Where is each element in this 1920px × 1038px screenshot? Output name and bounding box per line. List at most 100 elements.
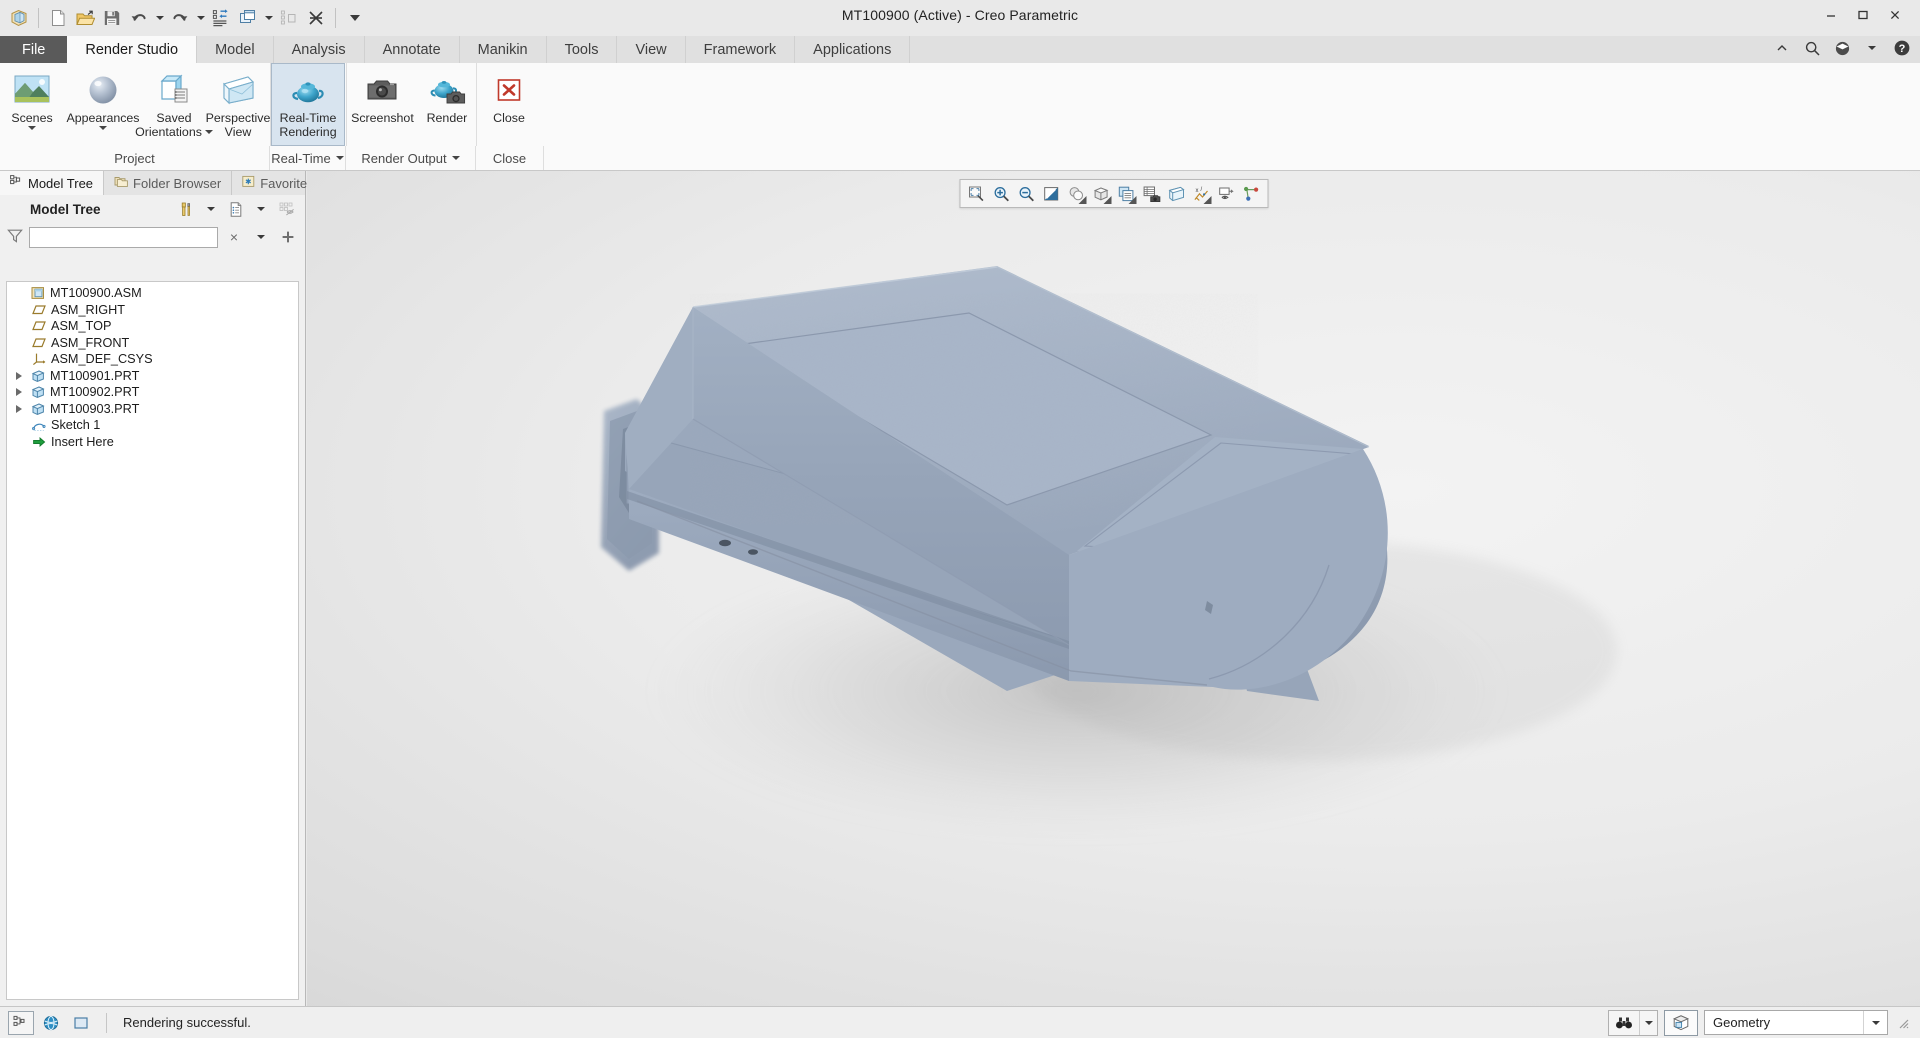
tab-analysis[interactable]: Analysis (274, 36, 365, 63)
binoculars-icon[interactable] (1609, 1011, 1639, 1035)
close-icon[interactable] (1880, 4, 1910, 26)
chevron-down-icon[interactable] (99, 125, 107, 130)
ribbon-tab-strip[interactable]: File Render Studio Model Analysis Annota… (0, 36, 1920, 63)
erase-icon[interactable] (303, 4, 329, 32)
spin-center-icon[interactable] (1239, 182, 1263, 206)
undo-icon[interactable] (126, 4, 152, 32)
search-icon[interactable] (1802, 38, 1822, 58)
tab-manikin[interactable]: Manikin (460, 36, 547, 63)
tree-item-asm-def-csys[interactable]: ASM_DEF_CSYS (7, 351, 298, 368)
minimize-ribbon-icon[interactable] (1772, 38, 1792, 58)
quick-access-toolbar[interactable] (0, 0, 368, 36)
tree-item-mt100903[interactable]: MT100903.PRT (7, 401, 298, 418)
tab-applications[interactable]: Applications (795, 36, 911, 63)
window-dropdown-icon[interactable] (262, 4, 275, 32)
help-icon[interactable]: ? (1892, 38, 1912, 58)
navigator-toggle-icon[interactable] (68, 1011, 94, 1035)
refit-icon[interactable] (964, 182, 988, 206)
tree-expander[interactable] (13, 371, 25, 380)
open-icon[interactable] (72, 4, 98, 32)
redo-icon[interactable] (167, 4, 193, 32)
tree-item-asm-front[interactable]: ASM_FRONT (7, 335, 298, 352)
chevron-down-icon[interactable] (451, 156, 460, 160)
ribbon-right-icons[interactable]: ? (1772, 38, 1912, 58)
tab-tools[interactable]: Tools (547, 36, 618, 63)
new-icon[interactable] (45, 4, 71, 32)
status-bar-left[interactable]: Rendering successful. (0, 1010, 251, 1035)
screenshot-button[interactable]: Screenshot (347, 63, 418, 146)
tab-file[interactable]: File (0, 36, 68, 63)
status-bar-right[interactable]: Geometry (1608, 1009, 1920, 1036)
annotation-display-icon[interactable] (1214, 182, 1238, 206)
layers-icon[interactable] (1114, 182, 1138, 206)
datum-display-icon[interactable]: x / (1189, 182, 1213, 206)
tree-display-icon[interactable] (225, 198, 247, 220)
view-manager-icon[interactable] (1139, 182, 1163, 206)
window-switch-icon[interactable] (235, 4, 261, 32)
tab-model[interactable]: Model (197, 36, 274, 63)
browser-toggle-icon[interactable] (38, 1011, 64, 1035)
filter-add-button[interactable] (277, 226, 299, 248)
display-style-icon[interactable] (1064, 182, 1088, 206)
tree-item-asm-right[interactable]: ASM_RIGHT (7, 302, 298, 319)
chevron-down-icon[interactable] (1863, 1011, 1887, 1034)
window-controls[interactable] (1816, 4, 1910, 26)
account-icon[interactable] (1832, 38, 1852, 58)
chevron-down-icon[interactable] (335, 156, 344, 160)
tree-filter-off-icon[interactable] (275, 198, 297, 220)
zoom-in-icon[interactable] (989, 182, 1013, 206)
account-dropdown-icon[interactable] (1862, 38, 1882, 58)
customize-qat-icon[interactable] (342, 4, 368, 32)
submenu-caret[interactable] (1103, 195, 1111, 204)
save-icon[interactable] (99, 4, 125, 32)
tree-settings-dropdown-icon[interactable] (200, 198, 222, 220)
graphics-toolbar[interactable]: x / (959, 179, 1268, 208)
filter-dropdown-icon[interactable] (250, 226, 272, 248)
real-time-rendering-button[interactable]: Real-Time Rendering (271, 63, 345, 146)
submenu-caret[interactable] (1078, 195, 1086, 204)
tree-item-insert-here[interactable]: Insert Here (7, 434, 298, 451)
model-tree-filter-bar[interactable]: × (0, 223, 305, 251)
maximize-icon[interactable] (1848, 4, 1878, 26)
rendered-model[interactable] (307, 171, 1920, 1006)
search-dropdown-icon[interactable] (1639, 1010, 1657, 1035)
tab-render-studio[interactable]: Render Studio (67, 36, 198, 63)
tree-display-dropdown-icon[interactable] (250, 198, 272, 220)
tree-settings-icon[interactable] (175, 198, 197, 220)
navigator-tabs[interactable]: Model Tree Folder Browser Favorites (0, 171, 325, 195)
perspective-view-button[interactable]: Perspective View (206, 63, 270, 146)
render-button[interactable]: Render (418, 63, 476, 146)
filter-clear-button[interactable]: × (223, 226, 245, 248)
filter-input[interactable] (29, 226, 218, 248)
tree-item-sketch-1[interactable]: Sketch 1 (7, 417, 298, 434)
tree-item-assembly[interactable]: MT100900.ASM (7, 285, 298, 302)
group-label-real-time[interactable]: Real-Time (270, 146, 346, 170)
nav-tab-folder-browser[interactable]: Folder Browser (104, 171, 233, 195)
tree-item-mt100901[interactable]: MT100901.PRT (7, 368, 298, 385)
tab-framework[interactable]: Framework (686, 36, 796, 63)
appearances-button[interactable]: Appearances (64, 63, 142, 146)
graphics-viewport[interactable]: x / (307, 171, 1920, 1006)
close-button[interactable]: Close (477, 63, 541, 146)
submenu-caret[interactable] (1203, 195, 1211, 204)
selection-filter-dropdown[interactable]: Geometry (1704, 1010, 1888, 1035)
regenerate-icon[interactable] (208, 4, 234, 32)
minimize-icon[interactable] (1816, 4, 1846, 26)
nav-tab-model-tree[interactable]: Model Tree (0, 171, 105, 195)
undo-dropdown-icon[interactable] (153, 4, 166, 32)
model-tree-header-tools[interactable] (175, 198, 297, 220)
tab-view[interactable]: View (617, 36, 686, 63)
saved-orientations-icon[interactable] (1089, 182, 1113, 206)
tree-item-asm-top[interactable]: ASM_TOP (7, 318, 298, 335)
model-tree-body[interactable]: MT100900.ASM ASM_RIGHT ASM_TOP ASM_FRONT (6, 281, 299, 1000)
redo-dropdown-icon[interactable] (194, 4, 207, 32)
selection-display-button[interactable] (1664, 1009, 1698, 1036)
search-tool[interactable] (1608, 1009, 1658, 1036)
close-window-icon[interactable] (276, 4, 302, 32)
submenu-caret[interactable] (1128, 195, 1136, 204)
group-label-render-output[interactable]: Render Output (346, 146, 476, 170)
tree-item-mt100902[interactable]: MT100902.PRT (7, 384, 298, 401)
tree-expander[interactable] (13, 404, 25, 413)
repaint-icon[interactable] (1039, 182, 1063, 206)
scenes-button[interactable]: Scenes (0, 63, 64, 146)
